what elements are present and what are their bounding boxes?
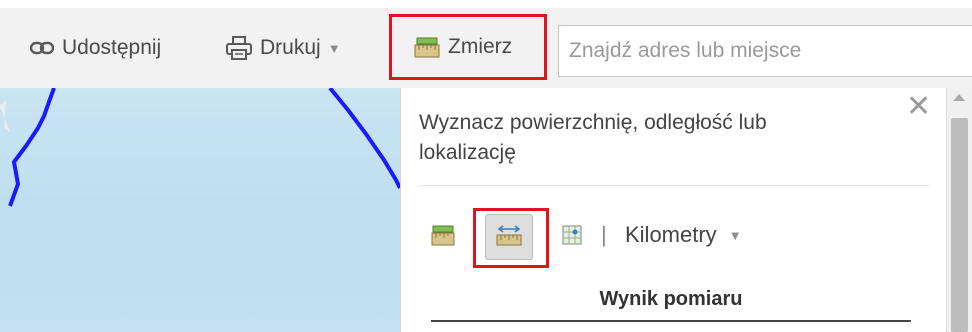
result-underline — [431, 320, 911, 322]
printer-icon — [226, 36, 252, 60]
distance-measure-icon — [496, 223, 522, 252]
divider — [419, 185, 929, 186]
chevron-down-icon: ▼ — [728, 227, 742, 243]
unit-separator: | — [601, 222, 607, 247]
measure-button[interactable]: Zmierz — [389, 14, 547, 80]
print-button[interactable]: Drukuj ▼ — [226, 8, 341, 88]
area-tool-button[interactable] — [429, 222, 457, 252]
measure-panel: ✕ Wyznacz powierzchnię, odległość lub lo… — [400, 88, 946, 332]
distance-tool-button[interactable] — [485, 214, 533, 260]
area-measure-icon — [431, 223, 455, 252]
unit-selected-label: Kilometry — [625, 222, 717, 247]
scroll-thumb[interactable] — [951, 118, 968, 332]
search-input[interactable] — [558, 25, 972, 77]
measure-tools: | Kilometry ▼ — [401, 208, 947, 268]
share-label: Udostępnij — [62, 36, 162, 59]
location-measure-icon — [561, 223, 583, 252]
top-strip — [0, 0, 972, 8]
map-view[interactable] — [0, 88, 400, 332]
share-button[interactable]: Udostępnij — [30, 8, 161, 88]
measure-area-icon — [414, 35, 440, 59]
link-icon — [30, 41, 54, 55]
measure-label: Zmierz — [448, 35, 513, 58]
result-title: Wynik pomiaru — [599, 288, 743, 310]
close-icon[interactable]: ✕ — [906, 92, 931, 122]
map-boundaries — [0, 88, 400, 207]
print-label: Drukuj — [260, 36, 321, 59]
unit-dropdown[interactable]: Kilometry ▼ — [625, 222, 742, 248]
scroll-up-arrow-icon[interactable] — [953, 94, 965, 101]
panel-scrollbar[interactable] — [946, 88, 972, 332]
panel-description: Wyznacz powierzchnię, odległość lub loka… — [419, 111, 767, 164]
toolbar: Udostępnij Drukuj ▼ Zmierz — [0, 8, 972, 88]
chevron-down-icon: ▼ — [327, 40, 341, 56]
location-tool-button[interactable] — [559, 222, 585, 252]
